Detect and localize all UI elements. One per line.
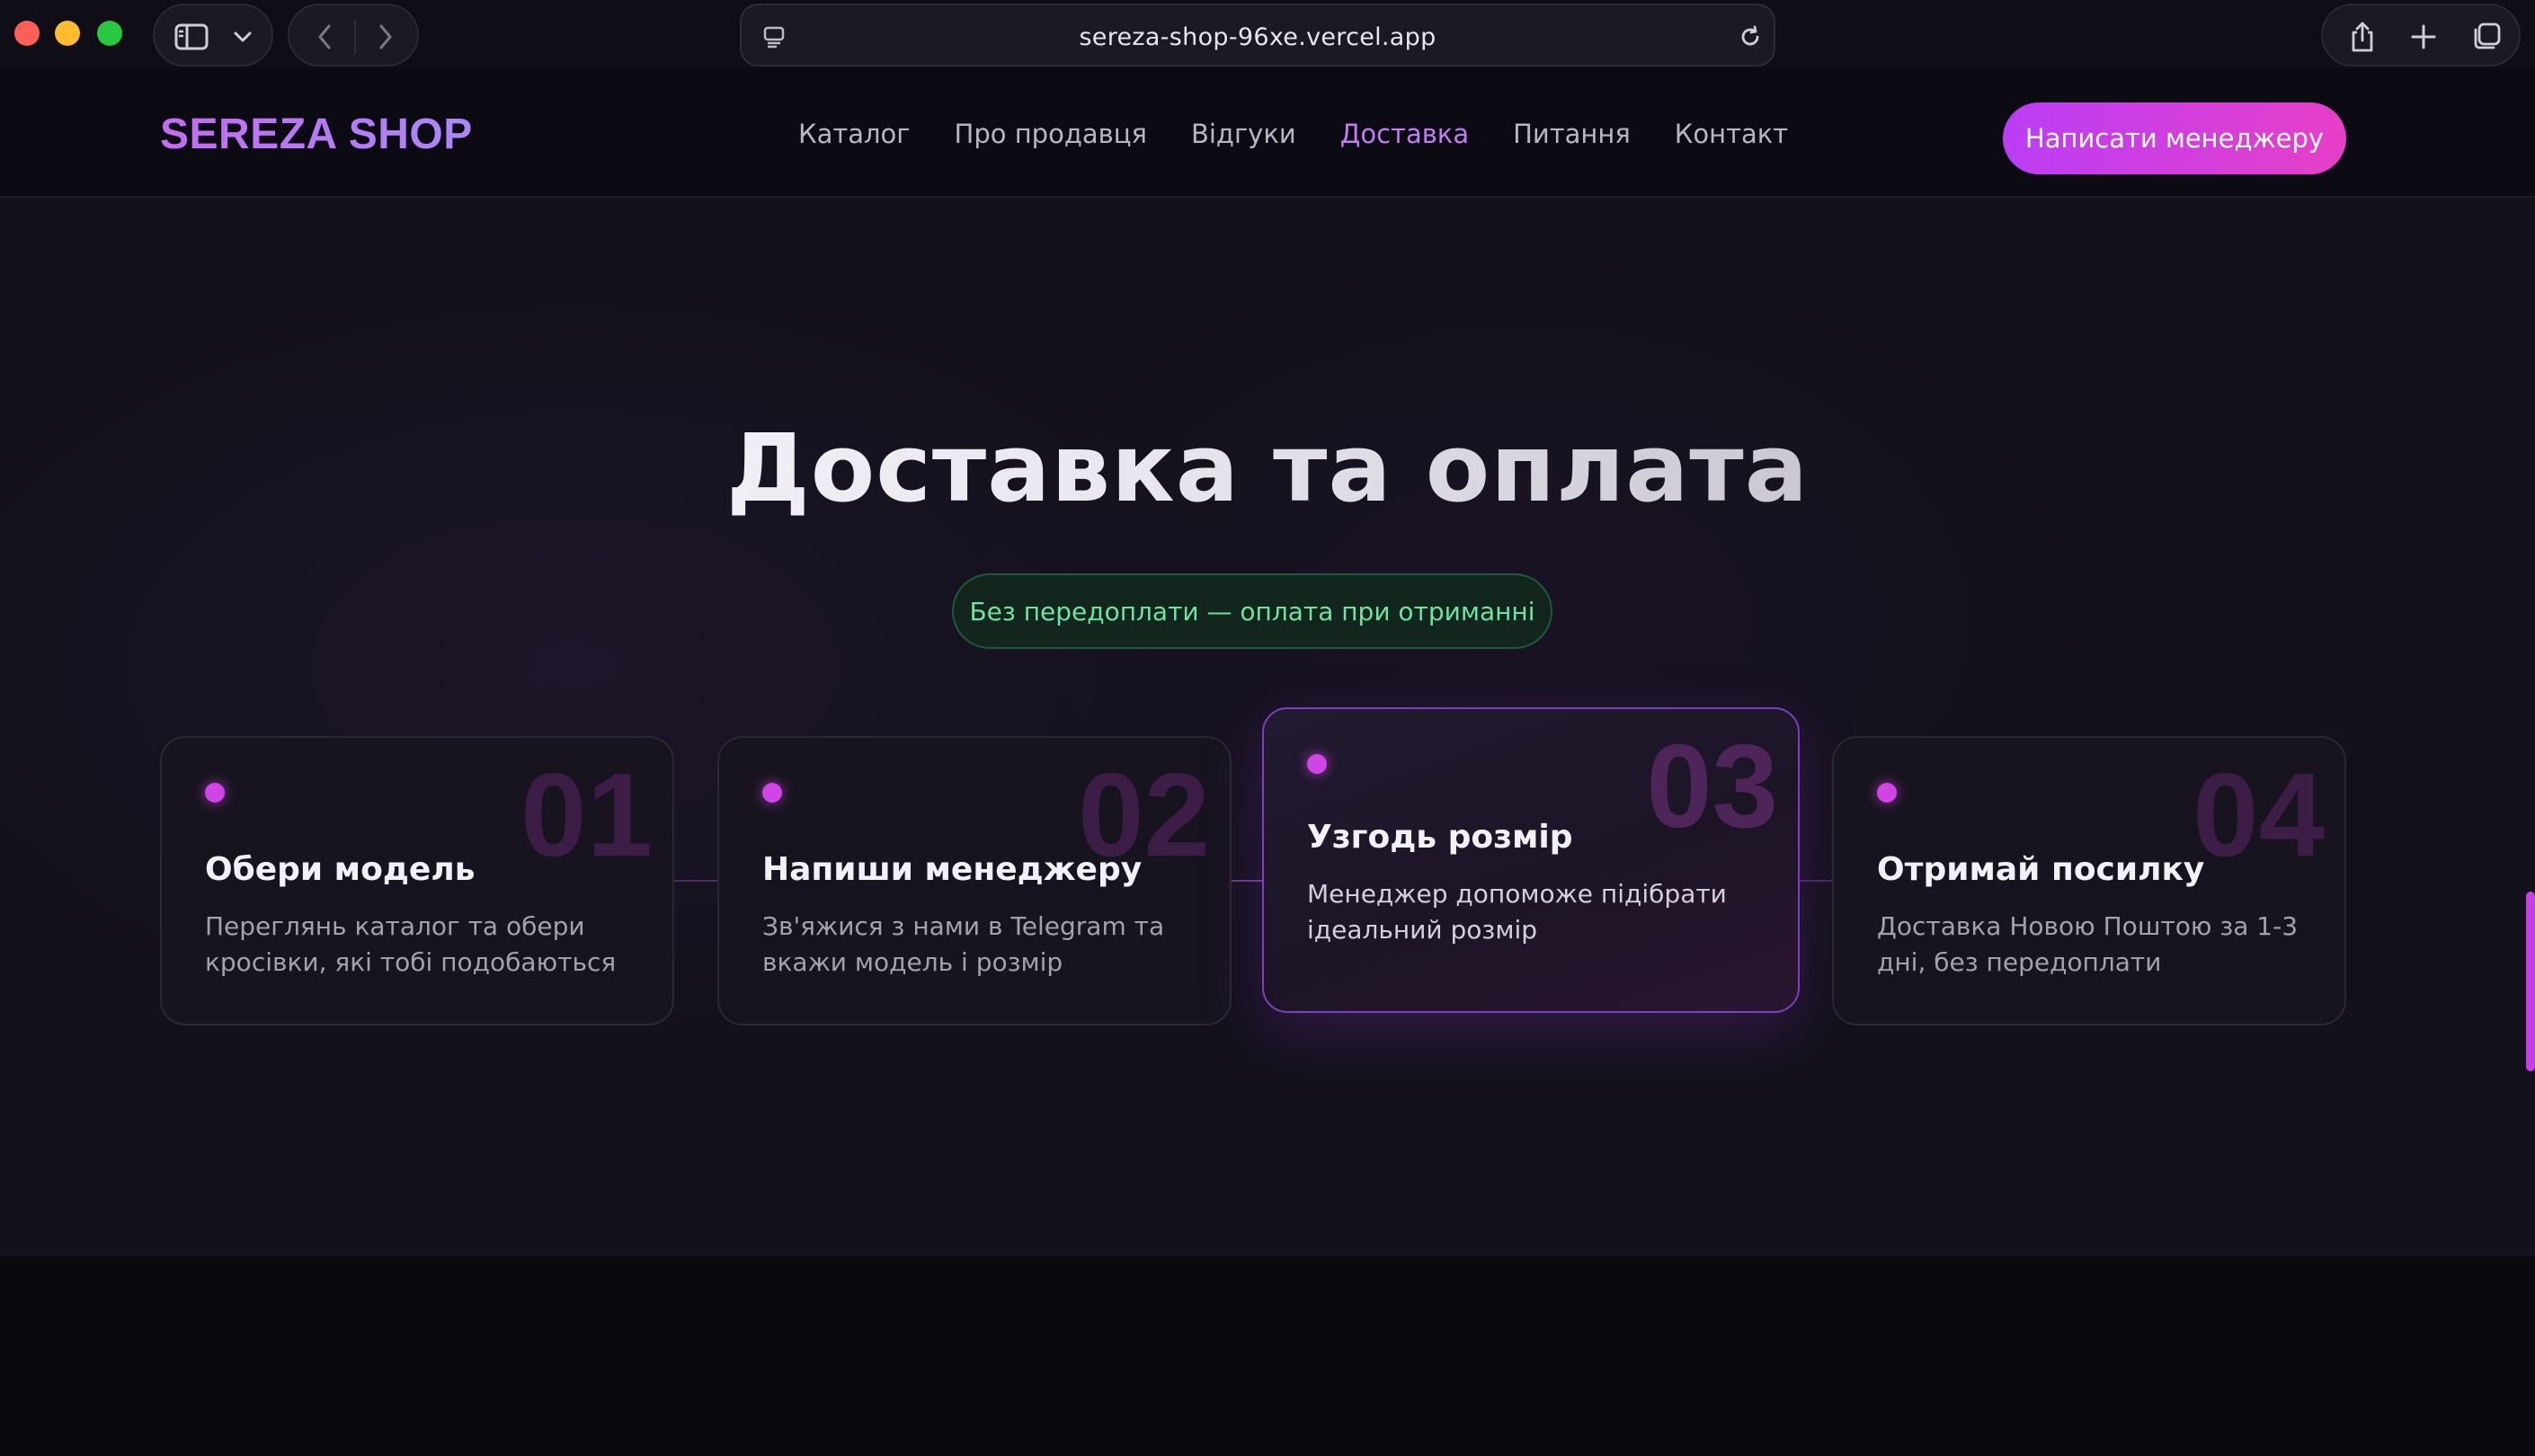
step-title: Обери модель [205,851,476,888]
divider [354,20,356,54]
step-number: 01 [520,749,653,881]
next-section [0,1256,2535,1456]
step-title: Отримай посилку [1877,851,2205,888]
nav-link-catalog[interactable]: Каталог [798,119,911,149]
history-nav-group [288,4,419,67]
step-dot-icon [1877,783,1897,803]
no-prepayment-badge: Без передоплати — оплата при отриманні [952,573,1552,649]
nav-link-about-seller[interactable]: Про продавця [955,119,1147,149]
url-text: sereza-shop-96xe.vercel.app [1079,22,1436,51]
contact-manager-button[interactable]: Написати менеджеру [2003,102,2346,174]
step-card-active: 03 Узгодь розмір Менеджер допоможе підіб… [1262,707,1800,1013]
reload-icon[interactable] [1732,5,1768,68]
step-description: Менеджер допоможе підібрати ідеальний ро… [1307,879,1727,945]
nav-link-reviews[interactable]: Відгуки [1191,119,1296,149]
share-icon[interactable] [2343,5,2382,68]
back-arrow-icon[interactable] [306,5,343,68]
step-description: Зв'яжися з нами в Telegram та вкажи моде… [762,911,1165,977]
sidebar-toggle-group[interactable] [153,4,273,67]
nav-link-delivery[interactable]: Доставка [1340,119,1469,149]
address-bar[interactable]: sereza-shop-96xe.vercel.app [740,4,1775,67]
maximize-window-button[interactable] [97,21,122,46]
step-dot-icon [762,783,782,803]
window-actions-group [2321,4,2521,67]
site-logo[interactable]: SEREZA SHOP [160,110,473,159]
chevron-down-icon[interactable] [225,5,261,68]
delivery-section: Доставка та оплата Без передоплати — опл… [0,198,2535,1256]
main-nav: Каталог Про продавця Відгуки Доставка Пи… [798,119,1788,149]
step-number: 03 [1646,720,1778,852]
step-description: Доставка Новою Поштою за 1-3 дні, без пе… [1877,911,2299,977]
nav-link-contact[interactable]: Контакт [1675,119,1788,149]
step-description: Переглянь каталог та обери кросівки, які… [205,911,617,977]
section-title: Доставка та оплата [0,413,2535,523]
sidebar-icon[interactable] [169,5,214,68]
site-header: SEREZA SHOP Каталог Про продавця Відгуки… [0,68,2535,198]
browser-toolbar: sereza-shop-96xe.vercel.app [0,0,2535,68]
step-card: 01 Обери модель Переглянь каталог та обе… [160,736,674,1025]
step-number: 04 [2193,749,2325,881]
close-window-button[interactable] [14,21,40,46]
step-card: 02 Напиши менеджеру Зв'яжися з нами в Te… [717,736,1232,1025]
nav-link-faq[interactable]: Питання [1513,119,1631,149]
step-dot-icon [205,783,225,803]
minimize-window-button[interactable] [55,21,80,46]
new-tab-icon[interactable] [2404,5,2443,68]
step-title: Напиши менеджеру [762,851,1143,888]
step-card: 04 Отримай посилку Доставка Новою Поштою… [1832,736,2346,1025]
scrollbar-thumb[interactable] [2526,892,2535,1071]
tab-overview-icon[interactable] [2467,5,2506,68]
step-title: Узгодь розмір [1307,819,1573,856]
step-dot-icon [1307,754,1327,774]
forward-arrow-icon[interactable] [367,5,405,68]
